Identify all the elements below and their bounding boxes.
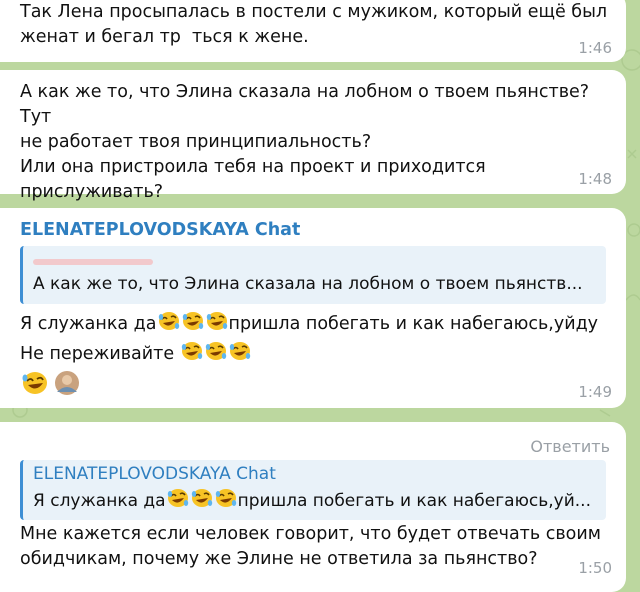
quote-text-part: пришла побегать и как набегаюсь,уй... [237,491,591,511]
message-bubble[interactable]: ELENATEPLOVODSKAYA Chat А как же то, что… [0,208,626,408]
rofl-emoji-icon [214,487,238,517]
reply-quote[interactable]: ELENATEPLOVODSKAYA Chat Я служанка да при… [20,460,606,520]
rofl-emoji-icon [190,487,214,517]
reactions[interactable] [20,370,82,404]
message-text: Так Лена просыпалась в постели с мужиком… [20,2,608,47]
reaction-avatar[interactable] [52,370,82,404]
message-text: А как же то, что Элина сказала на лобном… [20,82,590,202]
reply-button[interactable]: Ответить [530,434,610,459]
quote-text-part: Я служанка да [33,491,166,511]
message-time: 1:46 [578,39,612,57]
message-text-part: Я служанка да [20,314,157,334]
message-text: Я служанка да пришла побегать и как набег… [20,310,598,370]
message-bubble[interactable]: Так Лена просыпалась в постели с мужиком… [0,0,626,62]
rofl-emoji-icon [166,487,190,517]
quote-text: Я служанка да пришла побегать и как набег… [33,487,596,517]
message-text-part: Не переживайте [20,344,180,364]
rofl-emoji-icon [180,340,204,370]
message-text-part: пришла побегать и как набегаюсь,уйду [228,314,599,334]
message-time: 1:49 [578,383,612,401]
reply-quote[interactable]: А как же то, что Элина сказала на лобном… [20,246,606,304]
message-text: Мне кажется если человек говорит, что бу… [20,524,601,569]
rofl-emoji-icon [228,340,252,370]
rofl-emoji-icon [204,340,228,370]
message-time: 1:48 [578,170,612,188]
rofl-emoji-icon [181,310,205,340]
rofl-emoji-icon [157,310,181,340]
reaction-rofl-emoji-icon[interactable] [20,370,50,404]
message-bubble[interactable]: Ответить ELENATEPLOVODSKAYA Chat Я служа… [0,422,626,592]
quote-sender-blurred [33,248,596,272]
quote-text: А как же то, что Элина сказала на лобном… [33,274,583,294]
message-time: 1:50 [578,559,612,577]
rofl-emoji-icon [205,310,229,340]
message-bubble[interactable]: А как же то, что Элина сказала на лобном… [0,70,626,202]
sender-name[interactable]: ELENATEPLOVODSKAYA Chat [20,218,300,243]
quote-sender: ELENATEPLOVODSKAYA Chat [33,464,276,484]
